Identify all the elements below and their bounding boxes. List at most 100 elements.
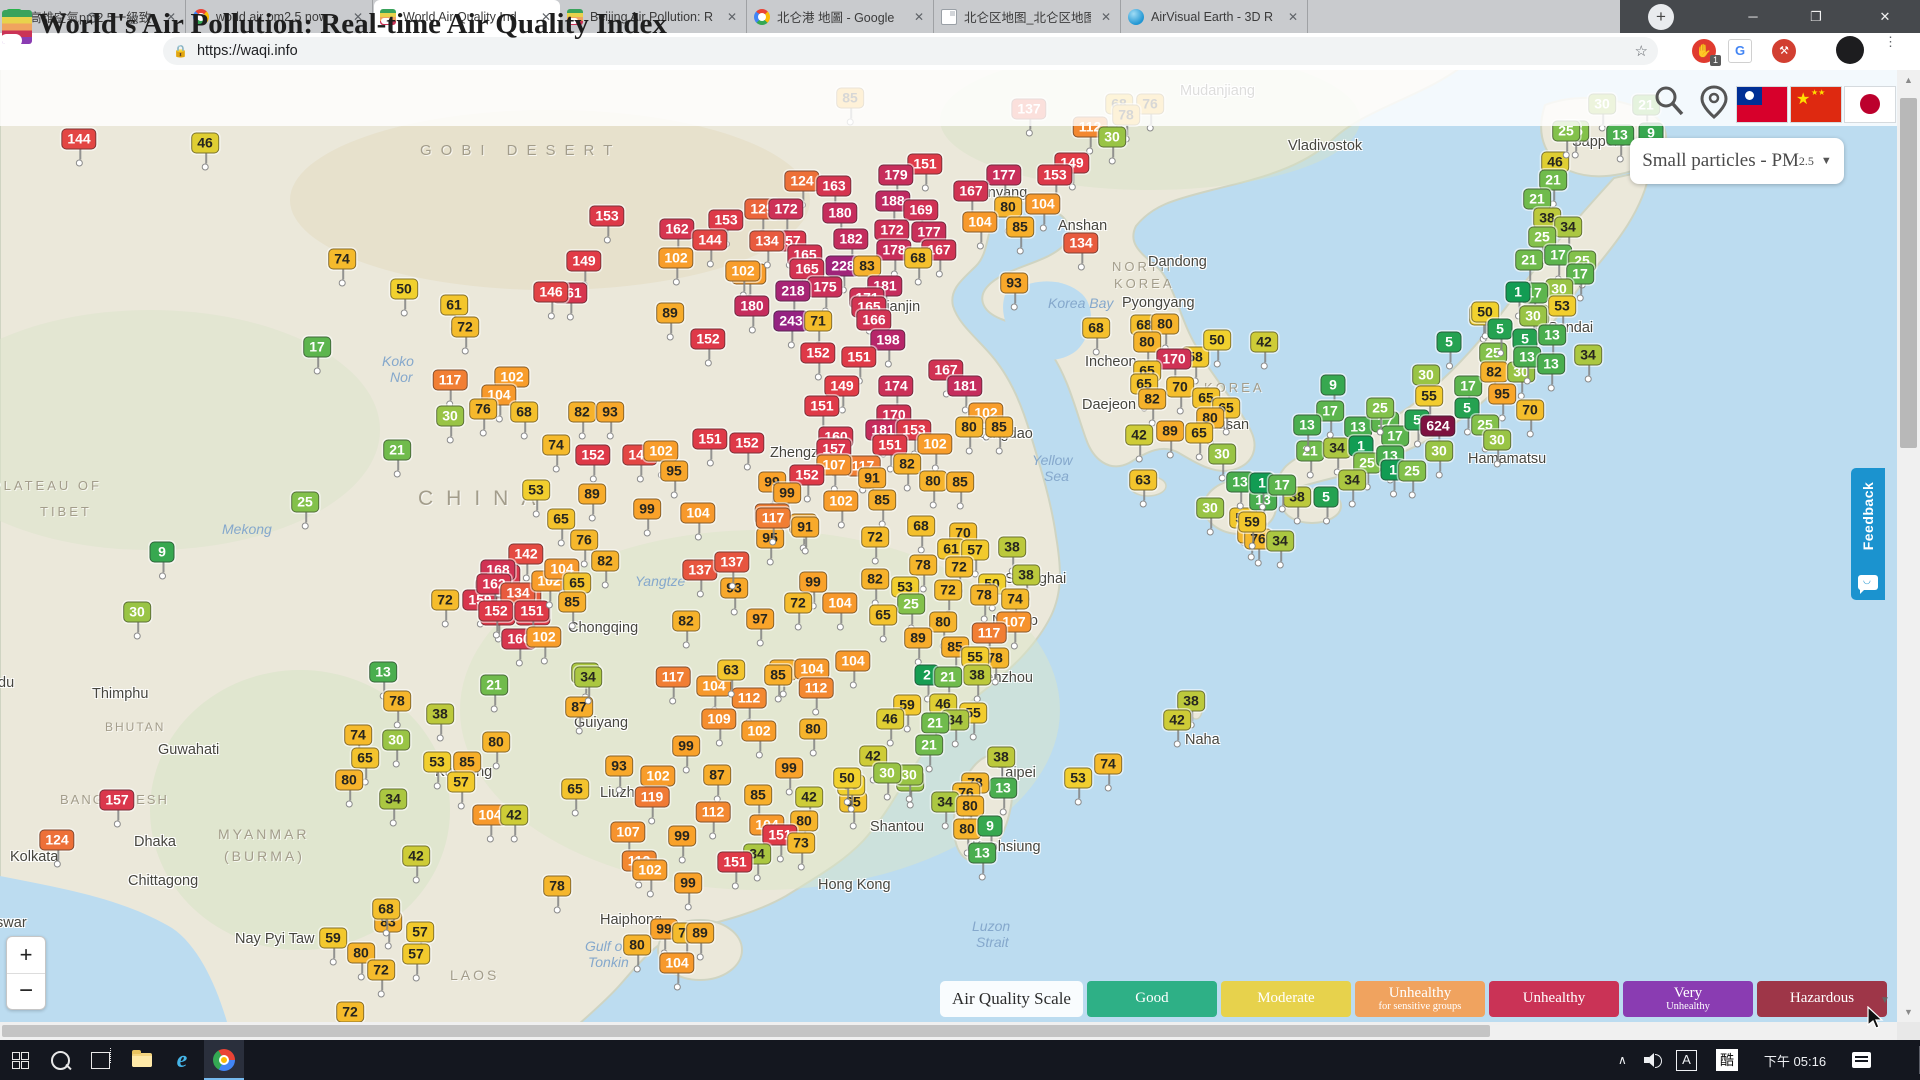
aqi-marker[interactable]: 50 — [390, 279, 418, 300]
aqi-marker[interactable]: 102 — [643, 441, 678, 462]
aqi-marker[interactable]: 17 — [1268, 475, 1296, 496]
aqi-marker[interactable]: 30 — [382, 730, 410, 751]
ime-language-icon[interactable]: A — [1676, 1040, 1697, 1080]
aqi-marker[interactable]: 38 — [987, 747, 1015, 768]
aqi-marker[interactable]: 74 — [344, 725, 372, 746]
aqi-marker[interactable]: 72 — [861, 527, 889, 548]
aqi-marker[interactable]: 82 — [861, 569, 889, 590]
aqi-marker[interactable]: 152 — [690, 329, 725, 350]
close-button[interactable]: ✕ — [1862, 0, 1908, 33]
profile-avatar[interactable] — [1836, 36, 1864, 64]
horizontal-scrollbar-thumb[interactable] — [2, 1025, 1490, 1037]
aqi-marker[interactable]: 5 — [1488, 319, 1513, 340]
aqi-marker[interactable]: 93 — [1000, 273, 1028, 294]
aqi-marker[interactable]: 13 — [1293, 415, 1321, 436]
aqi-marker[interactable]: 169 — [903, 200, 938, 221]
aqi-marker[interactable]: 78 — [909, 555, 937, 576]
aqi-marker[interactable]: 85 — [744, 785, 772, 806]
aqi-marker[interactable]: 218 — [775, 281, 810, 302]
aqi-marker[interactable]: 13 — [1538, 325, 1566, 346]
tab-close-icon[interactable]: ✕ — [911, 10, 927, 24]
aqi-marker[interactable]: 134 — [1063, 233, 1098, 254]
aqi-marker[interactable]: 82 — [1138, 389, 1166, 410]
aqi-marker[interactable]: 80 — [482, 732, 510, 753]
aqi-marker[interactable]: 179 — [878, 165, 913, 186]
aqi-marker[interactable]: 38 — [1012, 565, 1040, 586]
aqi-marker[interactable]: 82 — [591, 551, 619, 572]
aqi-marker[interactable]: 149 — [824, 376, 859, 397]
aqi-marker[interactable]: 57 — [447, 772, 475, 793]
aqi-marker[interactable]: 117 — [433, 370, 468, 391]
aqi-marker[interactable]: 95 — [756, 528, 784, 549]
aqi-marker[interactable]: 151 — [872, 435, 907, 456]
aqi-marker[interactable]: 30 — [1208, 444, 1236, 465]
aqi-marker[interactable]: 42 — [795, 787, 823, 808]
zoom-out-button[interactable]: − — [7, 974, 45, 1009]
aqi-marker[interactable]: 17 — [1454, 376, 1482, 397]
aqi-marker[interactable]: 70 — [1166, 377, 1194, 398]
aqi-marker[interactable]: 65 — [351, 748, 379, 769]
aqi-marker[interactable]: 166 — [856, 310, 891, 331]
aqi-marker[interactable]: 13 — [1344, 417, 1372, 438]
aqi-marker[interactable]: 99 — [674, 873, 702, 894]
aqi-marker[interactable]: 104 — [680, 503, 715, 524]
aqi-marker[interactable]: 102 — [640, 766, 675, 787]
aqi-marker[interactable]: 30 — [1483, 430, 1511, 451]
aqi-marker[interactable]: 72 — [431, 590, 459, 611]
aqi-marker[interactable]: 53 — [423, 752, 451, 773]
aqi-marker[interactable]: 124 — [39, 830, 74, 851]
aqi-marker[interactable]: 99 — [773, 483, 801, 504]
aqi-marker[interactable]: 180 — [734, 296, 769, 317]
aqi-marker[interactable]: 34 — [931, 792, 959, 813]
vertical-scrollbar-thumb[interactable] — [1900, 98, 1917, 448]
aqi-marker[interactable]: 42 — [402, 846, 430, 867]
aqi-marker[interactable]: 21 — [934, 667, 962, 688]
aqi-marker[interactable]: 21 — [1539, 170, 1567, 191]
aqi-marker[interactable]: 102 — [658, 248, 693, 269]
adblock-extension-icon[interactable]: ✋ 1 — [1692, 39, 1716, 63]
aqi-marker[interactable]: 85 — [1006, 217, 1034, 238]
aqi-marker[interactable]: 102 — [741, 721, 776, 742]
aqi-marker[interactable]: 68 — [907, 516, 935, 537]
aqi-marker[interactable]: 30 — [1098, 127, 1126, 148]
taskbar-search-icon[interactable] — [40, 1040, 80, 1080]
aqi-marker[interactable]: 152 — [575, 445, 610, 466]
aqi-marker[interactable]: 151 — [717, 852, 752, 873]
aqi-marker[interactable]: 144 — [61, 129, 96, 150]
aqi-marker[interactable]: 117 — [656, 667, 691, 688]
translate-extension-icon[interactable]: G — [1728, 39, 1752, 63]
aqi-marker[interactable]: 42 — [1250, 332, 1278, 353]
browser-tab[interactable]: AirVisual Earth - 3D R✕ — [1122, 0, 1308, 33]
china-flag-icon[interactable]: ★ ★★ — [1791, 87, 1841, 122]
legend-collapse-arrow[interactable]: ▼ — [1880, 995, 1890, 1006]
tab-close-icon[interactable]: ✕ — [1285, 10, 1301, 24]
aqi-marker[interactable]: 151 — [514, 601, 549, 622]
zoom-in-button[interactable]: + — [7, 937, 45, 974]
aqi-marker[interactable]: 89 — [904, 628, 932, 649]
aqi-marker[interactable]: 17 — [303, 337, 331, 358]
aqi-marker[interactable]: 55 — [1415, 386, 1443, 407]
aqi-marker[interactable]: 99 — [672, 736, 700, 757]
aqi-marker[interactable]: 117 — [972, 623, 1007, 644]
tray-expand-button[interactable]: ∧ — [1618, 1040, 1642, 1080]
aqi-marker[interactable]: 74 — [542, 435, 570, 456]
aqi-marker[interactable]: 174 — [878, 376, 913, 397]
aqi-marker[interactable]: 68 — [372, 899, 400, 920]
aqi-marker[interactable]: 72 — [367, 960, 395, 981]
aqi-marker[interactable]: 624 — [1420, 416, 1455, 437]
aqi-marker[interactable]: 30 — [1519, 306, 1547, 327]
aqi-marker[interactable]: 119 — [635, 787, 670, 808]
aqi-marker[interactable]: 152 — [800, 343, 835, 364]
aqi-marker[interactable]: 42 — [500, 805, 528, 826]
aqi-marker[interactable]: 30 — [873, 763, 901, 784]
browser-menu-button[interactable]: ⋮ — [1884, 38, 1888, 62]
aqi-marker[interactable]: 80 — [955, 417, 983, 438]
vertical-scrollbar[interactable]: ▲ ▼ — [1897, 70, 1920, 1022]
aqi-marker[interactable]: 34 — [1266, 531, 1294, 552]
aqi-marker[interactable]: 38 — [998, 537, 1026, 558]
action-center-icon[interactable] — [1852, 1040, 1871, 1080]
aqi-marker[interactable]: 71 — [804, 311, 832, 332]
aqi-marker[interactable]: 25 — [1366, 398, 1394, 419]
aqi-marker[interactable]: 9 — [1321, 375, 1346, 396]
aqi-marker[interactable]: 38 — [426, 704, 454, 725]
